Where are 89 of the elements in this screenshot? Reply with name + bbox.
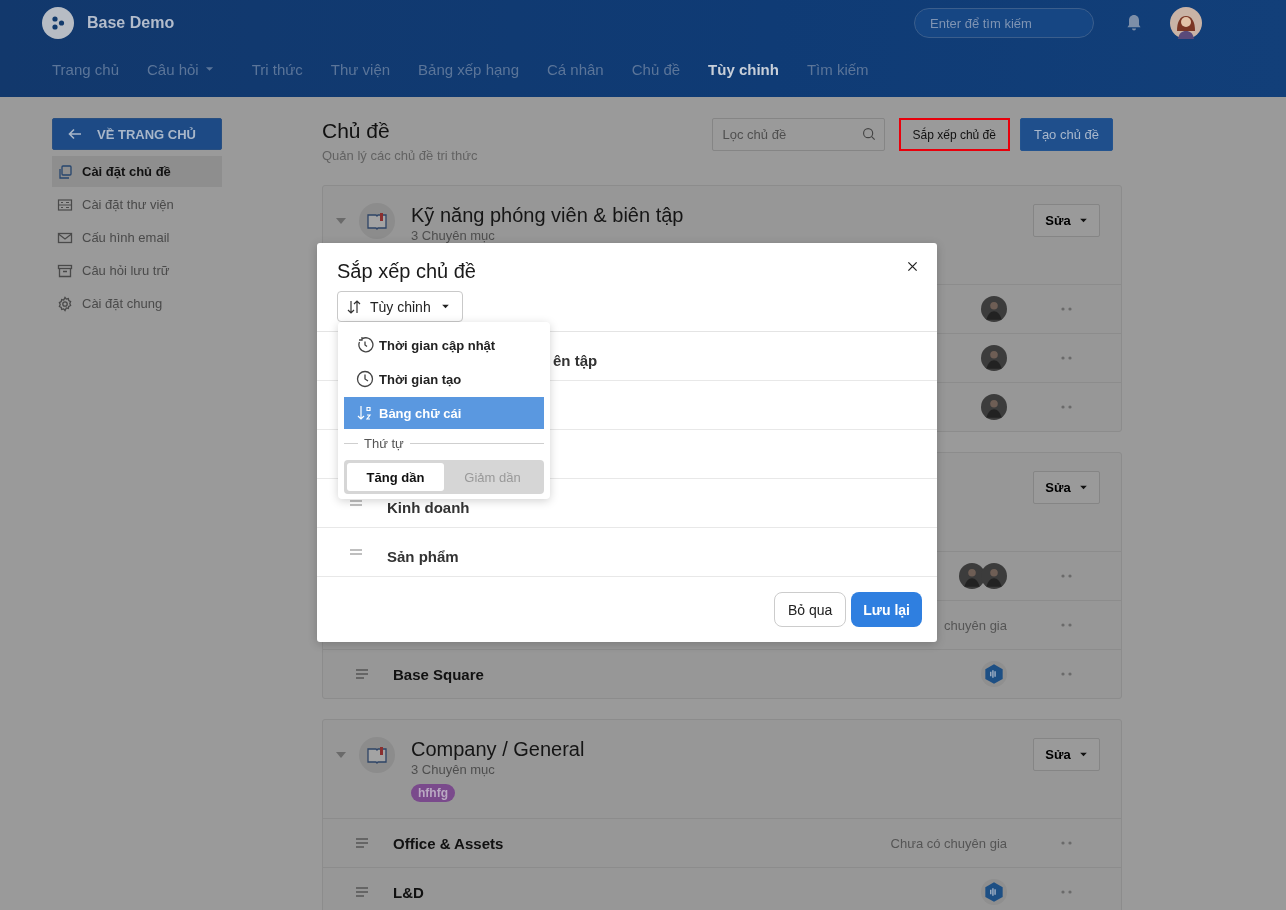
server-icon [57, 196, 73, 213]
edit-dropdown-button[interactable]: Sửa [1033, 738, 1100, 771]
list-icon[interactable] [355, 886, 369, 898]
caret-icon [1078, 218, 1088, 223]
category-name[interactable]: Office & Assets [393, 834, 504, 852]
nav-tab[interactable]: Tri thức [251, 60, 303, 78]
order-option[interactable]: Tăng dần [347, 463, 444, 491]
topic-tag: hfhfg [411, 784, 455, 802]
sidebar-item[interactable]: Câu hỏi lưu trữ [52, 255, 222, 286]
filter-field[interactable]: Lọc chủ đề [711, 118, 885, 151]
logo-icon[interactable] [42, 7, 74, 39]
no-expert-note: chuyên gia [944, 617, 1007, 633]
brand-name: Base Demo [87, 14, 175, 32]
sidebar-item[interactable]: Cài đặt thư viện [52, 189, 222, 220]
hexagon-badge-icon [981, 661, 1007, 687]
order-label: Thứ tự [363, 435, 405, 451]
expert-avatar[interactable] [981, 394, 1007, 420]
nav-tab[interactable]: Thư viện [330, 60, 391, 78]
sort-option[interactable]: Thời gian tạo [344, 363, 544, 395]
collapse-caret-icon[interactable] [335, 751, 347, 759]
collapse-caret-icon[interactable] [335, 217, 347, 225]
caret-icon [1078, 485, 1088, 490]
user-avatar[interactable] [1170, 7, 1202, 39]
dialog-title: Sắp xếp chủ đề [337, 259, 477, 283]
alphabet-sort-icon [356, 404, 374, 422]
topic-name: Sản phẩm [387, 546, 459, 565]
no-expert-note: Chưa có chuyên gia [890, 835, 1007, 851]
nav-tab[interactable]: Bảng xếp hạng [418, 60, 519, 78]
category-count: 3 Chuyên mục [411, 762, 496, 777]
archive-icon [57, 262, 73, 279]
save-button[interactable]: Lưu lại [851, 592, 922, 627]
sort-option[interactable]: Bảng chữ cái [344, 397, 544, 429]
topic-title: Company / General [411, 737, 586, 761]
close-icon[interactable] [907, 261, 918, 272]
more-icon[interactable] [1061, 890, 1073, 894]
more-icon[interactable] [1061, 672, 1073, 676]
nav-tab[interactable]: Tùy chỉnh [708, 60, 779, 78]
drag-handle-icon[interactable] [350, 500, 362, 506]
expert-avatar[interactable] [981, 345, 1007, 371]
cancel-button[interactable]: Bỏ qua [773, 592, 847, 627]
sort-select[interactable]: Tùy chỉnh [337, 291, 463, 322]
expert-avatar[interactable] [981, 296, 1007, 322]
page-title: Chủ đề [322, 118, 391, 144]
nav-tab[interactable]: Cá nhân [547, 60, 604, 78]
topic-name: Kinh doanh [387, 497, 470, 516]
gear-icon [57, 295, 73, 312]
sort-icon [346, 298, 362, 315]
topic-title: Kỹ năng phóng viên & biên tập [411, 203, 685, 227]
sidebar-item[interactable]: Cấu hình email [52, 222, 222, 253]
caret-icon [1078, 752, 1088, 757]
category-name[interactable]: Base Square [393, 665, 484, 683]
category-count: 3 Chuyên mục [411, 228, 496, 243]
search-field[interactable]: Enter để tìm kiếm [914, 8, 1094, 38]
sort-button[interactable]: Sắp xếp chủ đề [898, 118, 1010, 151]
nav-tab[interactable]: Chủ đề [631, 60, 681, 78]
more-icon[interactable] [1061, 841, 1073, 845]
arrow-left-icon [67, 126, 83, 142]
category-name[interactable]: L&D [393, 883, 424, 901]
create-button[interactable]: Tạo chủ đề [1019, 118, 1113, 151]
more-icon[interactable] [1061, 356, 1073, 360]
search-icon [861, 127, 876, 141]
sort-option[interactable]: Thời gian cập nhật [344, 329, 544, 361]
refresh-clock-icon [356, 336, 374, 354]
more-icon[interactable] [1061, 405, 1073, 409]
nav-tab[interactable]: Câu hỏi [147, 60, 214, 78]
caret-icon [440, 304, 450, 309]
more-icon[interactable] [1061, 307, 1073, 311]
caret-icon [204, 66, 214, 72]
topic-name: ên tập [553, 350, 598, 369]
edit-dropdown-button[interactable]: Sửa [1033, 471, 1100, 504]
sidebar-item[interactable]: Cài đặt chung [52, 288, 222, 319]
nav-tab[interactable]: Trang chủ [52, 60, 119, 78]
list-icon[interactable] [355, 668, 369, 680]
hexagon-badge-icon [981, 879, 1007, 905]
book-icon [359, 203, 395, 239]
expert-avatar[interactable] [981, 563, 1007, 589]
nav-tab[interactable]: Tìm kiếm [806, 60, 869, 78]
book-icon [359, 737, 395, 773]
page-subtitle: Quản lý các chủ đề tri thức [322, 148, 479, 163]
more-icon[interactable] [1061, 574, 1073, 578]
sidebar-item[interactable]: Cài đặt chủ đề [52, 156, 222, 187]
list-icon[interactable] [355, 837, 369, 849]
more-icon[interactable] [1061, 623, 1073, 627]
copy-icon [57, 163, 73, 180]
clock-icon [356, 370, 374, 388]
edit-dropdown-button[interactable]: Sửa [1033, 204, 1100, 237]
expert-avatar[interactable] [959, 563, 985, 589]
back-button[interactable]: VỀ TRANG CHỦ [52, 118, 222, 150]
drag-handle-icon[interactable] [350, 549, 362, 555]
